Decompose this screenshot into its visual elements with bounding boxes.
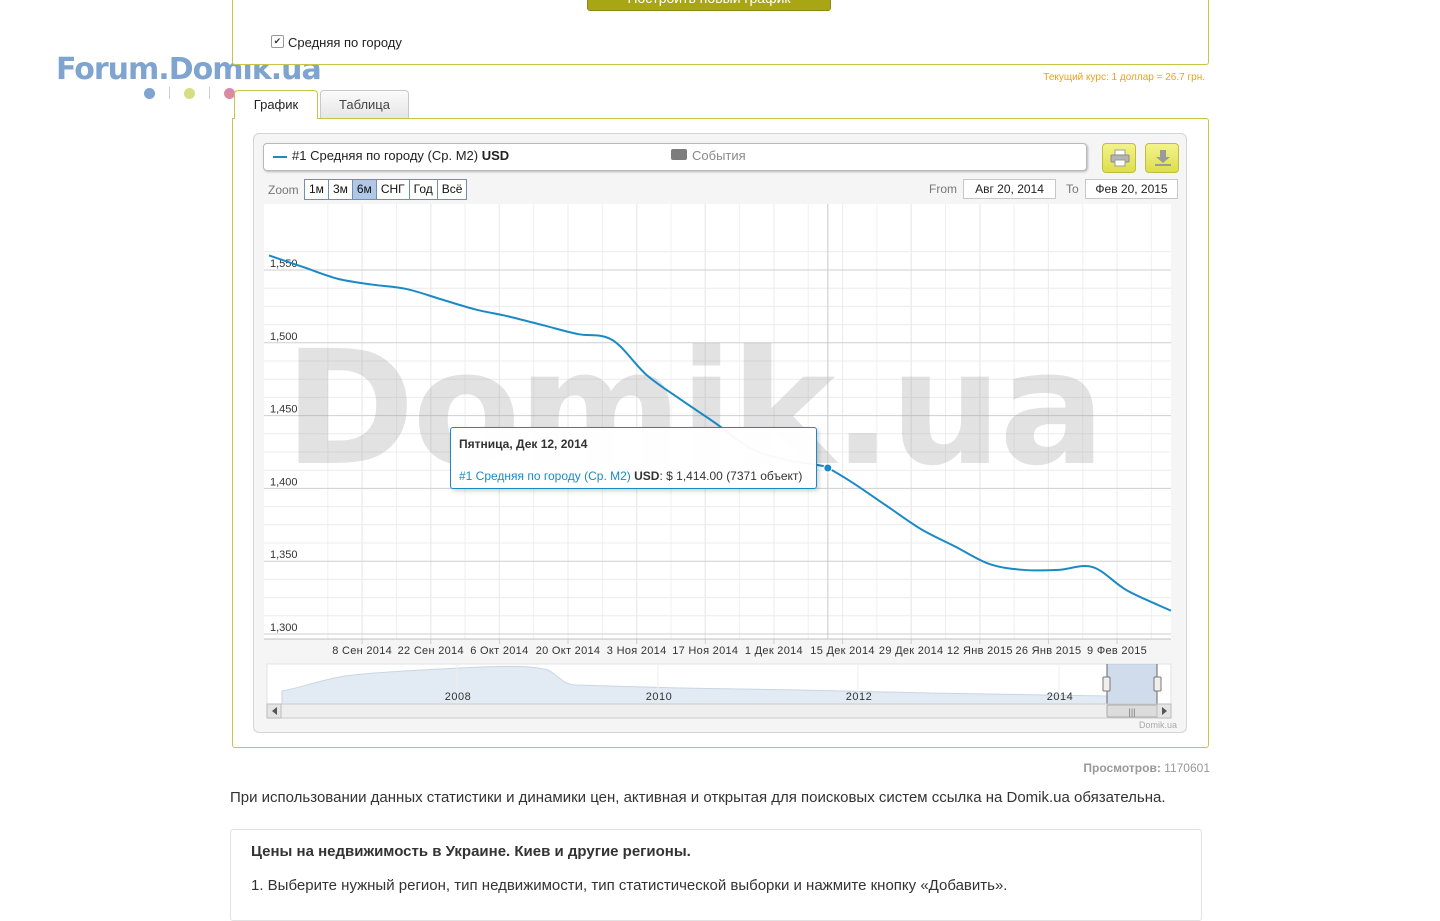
- tab-chart[interactable]: График: [234, 90, 318, 119]
- info-title: Цены на недвижимость в Украине. Киев и д…: [251, 843, 691, 860]
- navigator-year-label: 2012: [846, 691, 872, 703]
- chart-credit[interactable]: Domik.ua: [1139, 720, 1177, 730]
- views-counter: Просмотров: 1170601: [1083, 761, 1210, 775]
- usage-notice: При использовании данных статистики и ди…: [230, 789, 1166, 806]
- navigator-year-label: 2014: [1047, 691, 1073, 703]
- navigator-year-label: 2010: [646, 691, 672, 703]
- info-box: Цены на недвижимость в Украине. Киев и д…: [230, 829, 1202, 921]
- navigator-scrollbar[interactable]: [266, 703, 1172, 719]
- navigator-year-label: 2008: [445, 691, 471, 703]
- info-text: 1. Выберите нужный регион, тип недвижимо…: [251, 877, 1008, 894]
- views-value: 1170601: [1164, 761, 1210, 775]
- navigator-selected-range[interactable]: [1107, 664, 1157, 704]
- navigator-left-handle[interactable]: [1102, 676, 1111, 692]
- scrollbar-grip-icon: |||: [1128, 707, 1135, 717]
- views-label: Просмотров:: [1083, 761, 1161, 775]
- range-navigator: 2008 2010 2012 2014 ||| Domik.ua: [266, 663, 1177, 730]
- navigator-right-handle[interactable]: [1153, 676, 1162, 692]
